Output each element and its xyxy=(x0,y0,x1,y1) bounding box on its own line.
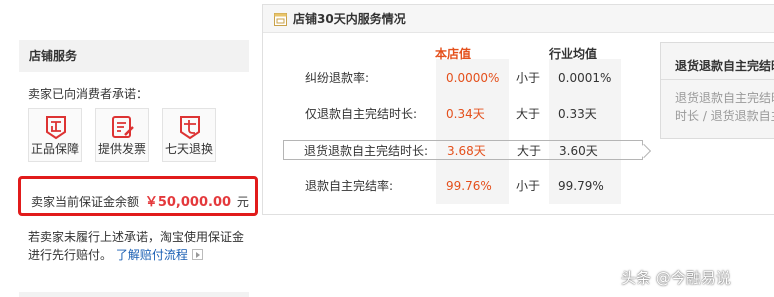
compensation-note: 若卖家未履行上述承诺，淘宝使用保证金进行先行赔付。 了解赔付流程 xyxy=(28,228,253,264)
deposit-balance-highlight: 卖家当前保证金余额 ￥50,000.00 元 xyxy=(18,176,258,216)
panel-divider xyxy=(19,292,249,297)
metric-name: 退货退款自主完结时长: xyxy=(304,144,429,158)
metric-industry: 99.79% xyxy=(558,179,604,193)
metric-industry: 3.60天 xyxy=(559,144,598,158)
metric-value: 0.34天 xyxy=(446,107,485,121)
genuine-icon xyxy=(46,116,66,140)
tooltip-line-1: 退货退款自主完结时 xyxy=(675,91,774,105)
genuine-guarantee-badge[interactable]: 正品保障 xyxy=(28,108,82,162)
arrow-right-icon[interactable] xyxy=(191,249,203,260)
deposit-unit: 元 xyxy=(236,195,249,209)
metric-tooltip: 退货退款自主完结时 退货退款自主完结时 时长 / 退货退款自主完 xyxy=(660,42,774,139)
compensation-process-link[interactable]: 了解赔付流程 xyxy=(116,248,188,262)
metric-industry: 0.33天 xyxy=(558,107,597,121)
metric-row-refund-completion-rate[interactable]: 退款自主完结率: 99.76% 小于 99.79% xyxy=(263,176,643,196)
promise-icons: 正品保障 提供发票 七天退换 xyxy=(28,108,216,162)
deposit-amount: ￥50,000.00 xyxy=(144,195,232,210)
shop-service-title: 店铺服务 xyxy=(19,40,249,72)
metric-name: 纠纷退款率: xyxy=(305,71,370,85)
metric-industry: 0.0001% xyxy=(558,71,612,85)
metric-row-dispute-refund[interactable]: 纠纷退款率: 0.0000% 小于 0.0001% xyxy=(263,68,643,88)
tooltip-line-2: 时长 / 退货退款自主完 xyxy=(675,109,774,123)
metric-compare: 大于 xyxy=(517,144,542,158)
metric-row-refund-only-duration[interactable]: 仅退款自主完结时长: 0.34天 大于 0.33天 xyxy=(263,104,643,124)
service-30-days-title: 店铺30天内服务情况 xyxy=(293,12,406,26)
seven-day-return-badge[interactable]: 七天退换 xyxy=(162,108,216,162)
metric-name: 仅退款自主完结时长: xyxy=(305,107,418,121)
metric-name: 退款自主完结率: xyxy=(305,179,394,193)
deposit-balance: 卖家当前保证金余额 ￥50,000.00 元 xyxy=(31,191,249,210)
seven-day-return-label: 七天退换 xyxy=(164,142,213,156)
metric-value: 99.76% xyxy=(446,179,492,193)
genuine-label: 正品保障 xyxy=(30,142,79,156)
metric-compare: 小于 xyxy=(516,71,541,85)
industry-average-header: 行业均值 xyxy=(549,47,598,61)
metric-value: 0.0000% xyxy=(446,71,500,85)
metric-row-return-refund-duration[interactable]: 退货退款自主完结时长: 3.68天 大于 3.60天 xyxy=(283,140,643,160)
deposit-prefix: 卖家当前保证金余额 xyxy=(31,195,140,209)
metric-value: 3.68天 xyxy=(447,144,486,158)
watermark-text: 头条 @今融易说 xyxy=(621,269,731,287)
invoice-icon xyxy=(112,116,134,138)
tooltip-divider xyxy=(661,79,774,80)
invoice-label: 提供发票 xyxy=(97,142,146,156)
metric-compare: 大于 xyxy=(516,107,541,121)
metric-compare: 小于 xyxy=(516,179,541,193)
calendar-icon xyxy=(274,13,287,26)
invoice-badge[interactable]: 提供发票 xyxy=(95,108,149,162)
shop-service-panel: 店铺服务 卖家已向消费者承诺： 正品保障 提供发票 七天退换 卖家当前保证金余额… xyxy=(18,40,258,297)
tooltip-title: 退货退款自主完结时 xyxy=(675,59,774,73)
seven-day-return-icon xyxy=(180,116,200,140)
promise-text: 卖家已向消费者承诺： xyxy=(28,87,149,101)
our-value-header: 本店值 xyxy=(435,47,472,61)
service-30-days-header: 店铺30天内服务情况 xyxy=(263,5,774,33)
